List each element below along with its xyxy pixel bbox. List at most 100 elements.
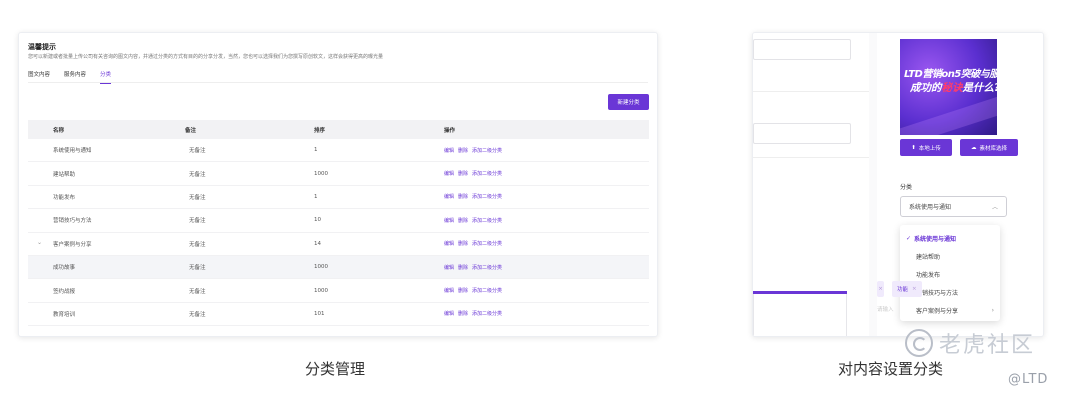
add-subcategory-link[interactable]: 添加二级分类 bbox=[472, 264, 502, 271]
tag-chip[interactable]: 功能 × bbox=[892, 281, 922, 297]
library-select-label: 素材库选择 bbox=[979, 145, 1007, 152]
watermark: 老虎社区 bbox=[905, 326, 1070, 360]
cover-image: LTD营销on5突破与服务客户 成功的秘诀是什么? bbox=[900, 39, 997, 135]
cell-name: 营销技巧与方法 bbox=[28, 216, 185, 224]
cell-sort: 14 bbox=[314, 240, 321, 247]
cell-name-text: 营销技巧与方法 bbox=[53, 218, 92, 225]
cell-name-text: 系统使用与通知 bbox=[53, 148, 92, 155]
table-row: 系统使用与通知 无备注 1 编辑 删除 添加二级分类 bbox=[28, 139, 649, 163]
delete-link[interactable]: 删除 bbox=[458, 264, 468, 271]
close-icon: × bbox=[878, 286, 883, 292]
title-input[interactable] bbox=[753, 39, 851, 60]
delete-link[interactable]: 删除 bbox=[458, 170, 468, 177]
cell-name-text: 教育培训 bbox=[53, 311, 76, 318]
cell-name-text: 签约战报 bbox=[53, 288, 76, 295]
delete-link[interactable]: 删除 bbox=[458, 217, 468, 224]
dropdown-option-label: 系统使用与通知 bbox=[914, 235, 957, 243]
delete-link[interactable]: 删除 bbox=[458, 193, 468, 200]
dropdown-option[interactable]: 客户案例与分享 › bbox=[900, 301, 1000, 319]
cell-sort: 10 bbox=[314, 217, 321, 224]
add-subcategory-link[interactable]: 添加二级分类 bbox=[472, 217, 502, 224]
upload-icon: ⬆ bbox=[911, 144, 916, 151]
new-category-button[interactable]: 新建分类 bbox=[608, 94, 649, 110]
add-subcategory-link[interactable]: 添加二级分类 bbox=[472, 170, 502, 177]
cover-line-2: 成功的秘诀是什么? bbox=[904, 82, 997, 95]
summary-input[interactable] bbox=[753, 123, 851, 144]
col-sort-header: 排序 bbox=[314, 127, 326, 134]
edit-link[interactable]: 编辑 bbox=[444, 310, 454, 317]
cell-name: ⌄ 客户案例与分享 bbox=[28, 239, 185, 248]
cell-name: 系统使用与通知 bbox=[28, 146, 185, 154]
table-row: 营销技巧与方法 无备注 10 编辑 删除 添加二级分类 bbox=[28, 209, 649, 233]
delete-link[interactable]: 删除 bbox=[458, 310, 468, 317]
table-row: 功能发布 无备注 1 编辑 删除 添加二级分类 bbox=[28, 186, 649, 210]
cell-sort: 1000 bbox=[314, 287, 328, 294]
col-note-header: 备注 bbox=[185, 127, 197, 134]
edit-link[interactable]: 编辑 bbox=[444, 170, 454, 177]
edit-link[interactable]: 编辑 bbox=[444, 217, 454, 224]
add-subcategory-link[interactable]: 添加二级分类 bbox=[472, 310, 502, 317]
cell-sort: 1 bbox=[314, 147, 318, 154]
edit-link[interactable]: 编辑 bbox=[444, 147, 454, 154]
add-subcategory-link[interactable]: 添加二级分类 bbox=[472, 193, 502, 200]
cell-note: 无备注 bbox=[189, 241, 206, 248]
add-subcategory-link[interactable]: 添加二级分类 bbox=[472, 240, 502, 247]
notice-title: 温馨提示 bbox=[28, 43, 56, 51]
add-subcategory-link[interactable]: 添加二级分类 bbox=[472, 147, 502, 154]
library-select-button[interactable]: ☁ 素材库选择 bbox=[960, 139, 1018, 156]
cell-name: 功能发布 bbox=[28, 193, 185, 201]
close-icon[interactable]: × bbox=[912, 286, 917, 292]
cell-actions: 编辑 删除 添加二级分类 bbox=[444, 147, 649, 154]
cell-name: 成功故事 bbox=[28, 263, 185, 271]
tag-remove[interactable]: × bbox=[877, 281, 884, 297]
category-select[interactable]: 系统使用与通知 ︿ bbox=[900, 196, 1007, 217]
chevron-down-icon[interactable]: ⌄ bbox=[37, 239, 42, 246]
delete-link[interactable]: 删除 bbox=[458, 287, 468, 294]
delete-link[interactable]: 删除 bbox=[458, 147, 468, 154]
category-table: 名称 备注 排序 操作 系统使用与通知 无备注 1 编辑 删除 添加二级分类 建站帮助 无备注… bbox=[28, 120, 649, 327]
tag-input-placeholder[interactable]: 请输入 bbox=[877, 305, 894, 313]
cell-note: 无备注 bbox=[189, 148, 206, 155]
table-row: 签约战报 无备注 1000 编辑 删除 添加二级分类 bbox=[28, 279, 649, 303]
cell-name: 签约战报 bbox=[28, 287, 185, 295]
edit-link[interactable]: 编辑 bbox=[444, 193, 454, 200]
cover-line-1: LTD营销on5突破与服务客户 bbox=[904, 69, 997, 80]
check-icon: ✓ bbox=[906, 234, 912, 242]
chevron-up-icon: ︿ bbox=[991, 204, 998, 211]
dropdown-option[interactable]: 建站帮助 bbox=[900, 247, 1000, 265]
dropdown-option-label: 功能发布 bbox=[916, 271, 941, 279]
cell-actions: 编辑 删除 添加二级分类 bbox=[444, 240, 649, 247]
delete-link[interactable]: 删除 bbox=[458, 240, 468, 247]
edit-link[interactable]: 编辑 bbox=[444, 264, 454, 271]
edit-link[interactable]: 编辑 bbox=[444, 240, 454, 247]
right-caption: 对内容设置分类 bbox=[838, 360, 944, 378]
table-row: 建站帮助 无备注 1000 编辑 删除 添加二级分类 bbox=[28, 162, 649, 186]
cell-note: 无备注 bbox=[189, 218, 206, 225]
cell-note: 无备注 bbox=[189, 265, 206, 272]
add-subcategory-link[interactable]: 添加二级分类 bbox=[472, 287, 502, 294]
local-upload-button[interactable]: ⬆ 本地上传 bbox=[900, 139, 952, 156]
cell-note: 无备注 bbox=[189, 171, 206, 178]
edit-link[interactable]: 编辑 bbox=[444, 287, 454, 294]
cell-actions: 编辑 删除 添加二级分类 bbox=[444, 193, 649, 200]
col-name-header: 名称 bbox=[53, 127, 65, 134]
cover-text: LTD营销on5突破与服务客户 成功的秘诀是什么? bbox=[904, 69, 997, 95]
dropdown-option[interactable]: ✓ 系统使用与通知 bbox=[900, 229, 1000, 247]
table-row: ⌄ 客户案例与分享 无备注 14 编辑 删除 添加二级分类 bbox=[28, 233, 649, 256]
table-row: 成功故事 无备注 1000 编辑 删除 添加二级分类 bbox=[28, 255, 649, 280]
cell-note: 无备注 bbox=[189, 288, 206, 295]
category-select-value: 系统使用与通知 bbox=[909, 204, 952, 211]
col-op-header: 操作 bbox=[444, 127, 456, 134]
watermark-handle: @LTD bbox=[1008, 372, 1049, 387]
dropdown-option-label: 建站帮助 bbox=[916, 253, 941, 261]
watermark-logo-icon bbox=[905, 329, 933, 357]
cell-name: 建站帮助 bbox=[28, 170, 185, 178]
chevron-right-icon: › bbox=[991, 306, 994, 314]
content-category-panel: LTD营销on5突破与服务客户 成功的秘诀是什么? ⬆ 本地上传 ☁ 素材库选择… bbox=[752, 32, 1044, 337]
local-upload-label: 本地上传 bbox=[918, 145, 941, 152]
cell-note: 无备注 bbox=[189, 194, 206, 201]
category-dropdown: ✓ 系统使用与通知 建站帮助 功能发布 营销技巧与方法 客户案例与分享 › bbox=[900, 225, 1000, 321]
cell-sort: 101 bbox=[314, 310, 325, 317]
editor-body[interactable] bbox=[753, 294, 847, 336]
cell-name-text: 功能发布 bbox=[53, 194, 76, 201]
